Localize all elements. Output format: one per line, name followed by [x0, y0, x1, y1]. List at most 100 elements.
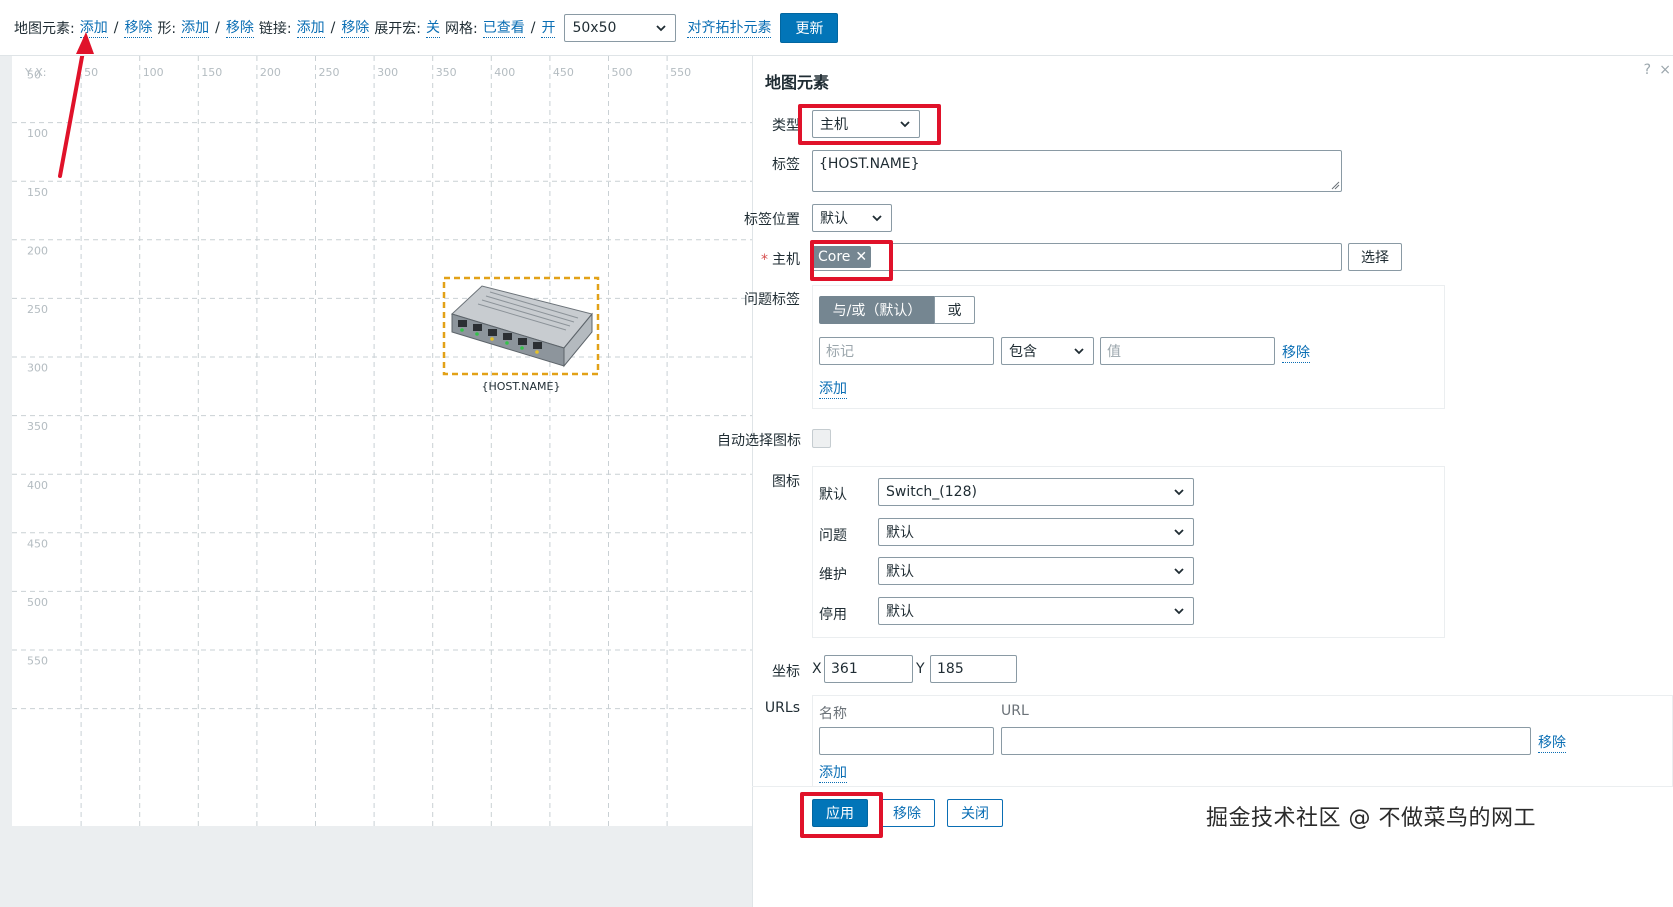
- tag-name-input[interactable]: 标记: [819, 337, 994, 365]
- auto-icon-checkbox[interactable]: [812, 429, 831, 448]
- grid-shown-toggle[interactable]: 已查看: [482, 17, 525, 38]
- canvas-footer-area: [0, 826, 752, 907]
- chevron-down-icon: [1174, 568, 1184, 575]
- icon-default-label: 默认: [819, 487, 847, 503]
- host-label: * 主机: [700, 249, 800, 269]
- host-multiselect[interactable]: [812, 243, 1342, 271]
- host-chip-label: Core: [818, 249, 851, 265]
- url-header: URL: [1001, 703, 1029, 719]
- host-element-label: {HOST.NAME}: [481, 380, 560, 393]
- x-axis-ticks: 50 100 150 200 250 300 350 400 450 500 550: [84, 66, 691, 79]
- label-position-label: 标签位置: [744, 212, 800, 228]
- chevron-down-icon: [1174, 608, 1184, 615]
- icon-default-select[interactable]: Switch_(128): [878, 478, 1194, 506]
- x-tick-label: 250: [319, 66, 340, 79]
- chevron-down-icon: [1074, 348, 1084, 355]
- chevron-down-icon: [872, 215, 882, 222]
- icon-problem-value: 默认: [886, 525, 914, 541]
- y-tick-label: 200: [27, 244, 48, 257]
- grid-label: 网格:: [445, 20, 478, 37]
- required-marker-icon: *: [761, 252, 768, 268]
- grid-lines: [12, 56, 752, 826]
- update-button[interactable]: 更新: [780, 12, 839, 43]
- map-host-element[interactable]: {HOST.NAME}: [442, 276, 600, 393]
- icon-disabled-value: 默认: [886, 604, 914, 620]
- y-coord-input[interactable]: 185: [930, 655, 1017, 683]
- map-grid: Y X: 50 100 150 200 250 300 350 400 450 500 550 50…: [12, 56, 752, 826]
- close-button[interactable]: 关闭: [947, 799, 1003, 827]
- icons-label: 图标: [772, 474, 800, 490]
- resize-handle-icon[interactable]: [1331, 181, 1340, 190]
- label-position-value: 默认: [820, 211, 848, 227]
- slash-separator: /: [215, 19, 220, 36]
- link-label: 链接:: [258, 20, 292, 37]
- icon-maintenance-value: 默认: [886, 564, 914, 580]
- add-url-link[interactable]: 添加: [819, 762, 847, 783]
- remove-shape-link[interactable]: 移除: [225, 17, 254, 38]
- annotation-arrowhead: [76, 32, 94, 54]
- map-editor-toolbar: 地图元素: 添加 / 移除 形: 添加 / 移除 链接: 添加 / 移除 展开宏…: [0, 0, 1673, 56]
- y-tick-label: 300: [27, 362, 48, 375]
- slash-separator: /: [530, 19, 536, 36]
- y-tick-label: 400: [27, 479, 48, 492]
- slash-separator: /: [113, 19, 119, 36]
- expand-macro-toggle[interactable]: 关: [426, 17, 441, 38]
- shape-label: 形:: [157, 20, 177, 37]
- map-canvas[interactable]: Y X: 50 100 150 200 250 300 350 400 450 500 550 50…: [12, 56, 752, 826]
- help-icon[interactable]: ?: [1644, 62, 1651, 78]
- icon-disabled-select[interactable]: 默认: [878, 597, 1194, 625]
- add-tag-link[interactable]: 添加: [819, 378, 847, 399]
- grid-size-select[interactable]: 50x50: [564, 13, 677, 42]
- x-tick-label: 150: [201, 66, 222, 79]
- align-elements-link[interactable]: 对齐拓扑元素: [687, 17, 772, 38]
- coords-label: 坐标: [772, 664, 800, 680]
- y-tick-label: 150: [27, 186, 48, 199]
- x-coord-input[interactable]: 361: [824, 655, 913, 683]
- y-coord-label: Y: [916, 661, 925, 677]
- y-axis-ticks: 50 100 150 200 250 300 350 400 450 500 550: [27, 69, 48, 668]
- x-tick-label: 550: [670, 66, 691, 79]
- icon-maintenance-label: 维护: [819, 567, 847, 583]
- remove-link-link[interactable]: 移除: [341, 17, 370, 38]
- y-tick-label: 350: [27, 420, 48, 433]
- x-tick-label: 350: [436, 66, 457, 79]
- x-coord-value: 361: [831, 661, 858, 677]
- x-tick-label: 100: [143, 66, 164, 79]
- remove-chip-icon[interactable]: ✕: [855, 249, 867, 265]
- label-position-select[interactable]: 默认: [812, 204, 892, 232]
- grid-on-toggle[interactable]: 开: [541, 17, 556, 38]
- icon-maintenance-select[interactable]: 默认: [878, 557, 1194, 585]
- apply-button[interactable]: 应用: [812, 799, 868, 827]
- or-radio-option[interactable]: 或: [934, 296, 975, 324]
- close-icon[interactable]: ×: [1659, 62, 1671, 78]
- add-shape-link[interactable]: 添加: [181, 17, 210, 38]
- expand-macro-label: 展开宏:: [374, 20, 422, 37]
- remove-tag-link[interactable]: 移除: [1282, 342, 1310, 363]
- type-value: 主机: [820, 117, 848, 133]
- tag-operator-select[interactable]: 包含: [1001, 337, 1094, 365]
- type-label: 类型: [772, 118, 800, 134]
- label-textarea[interactable]: {HOST.NAME}: [812, 150, 1342, 192]
- tag-value-input[interactable]: 值: [1100, 337, 1275, 365]
- host-chip[interactable]: Core ✕: [812, 246, 872, 268]
- icon-default-value: Switch_(128): [886, 484, 977, 500]
- url-input[interactable]: [1001, 727, 1531, 755]
- chevron-down-icon: [1174, 529, 1184, 536]
- x-tick-label: 300: [377, 66, 398, 79]
- icon-problem-label: 问题: [819, 528, 847, 544]
- remove-url-link[interactable]: 移除: [1538, 732, 1566, 753]
- icon-problem-select[interactable]: 默认: [878, 518, 1194, 546]
- url-name-input[interactable]: [819, 727, 994, 755]
- chevron-down-icon: [900, 121, 910, 128]
- urls-label: URLs: [764, 700, 800, 716]
- remove-button[interactable]: 移除: [879, 799, 935, 827]
- y-tick-label: 500: [27, 596, 48, 609]
- select-host-button[interactable]: 选择: [1348, 243, 1402, 271]
- y-tick-label: 250: [27, 303, 48, 316]
- and-or-radio-option[interactable]: 与/或（默认）: [819, 296, 935, 324]
- type-select[interactable]: 主机: [812, 110, 920, 138]
- add-link-link[interactable]: 添加: [296, 17, 325, 38]
- x-tick-label: 450: [553, 66, 574, 79]
- remove-element-link[interactable]: 移除: [124, 17, 153, 38]
- y-tick-label: 100: [27, 127, 48, 140]
